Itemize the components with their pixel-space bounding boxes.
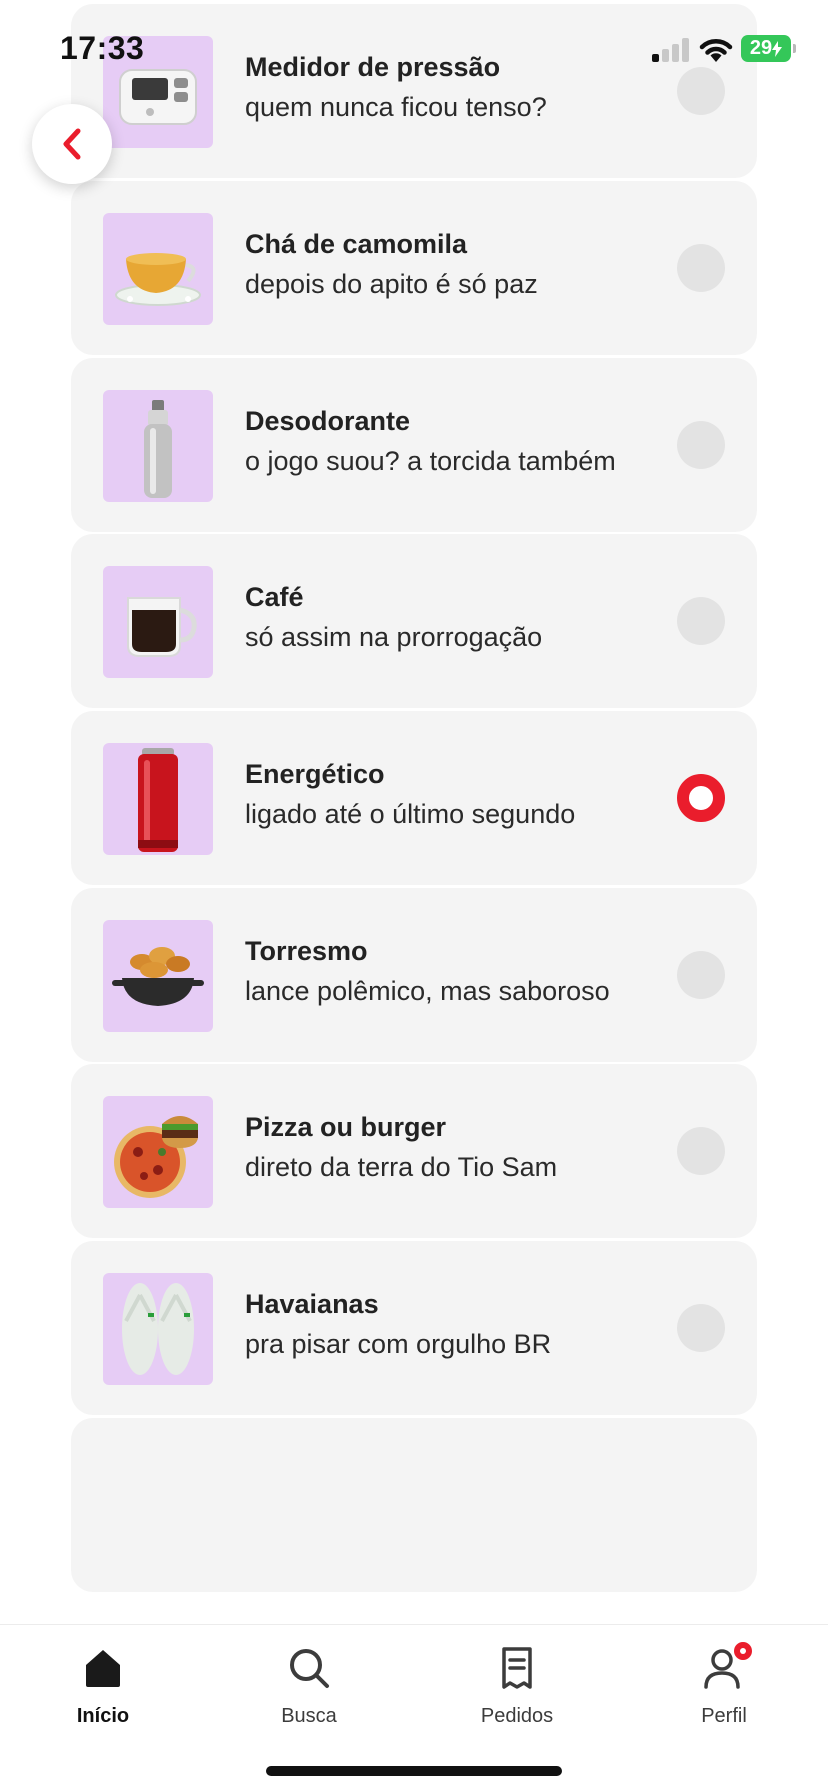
option-card[interactable]: Desodorante o jogo suou? a torcida també…	[71, 358, 757, 532]
option-radio[interactable]	[677, 1304, 725, 1352]
option-radio[interactable]	[677, 421, 725, 469]
chevron-left-icon	[63, 128, 81, 160]
option-title: Pizza ou burger	[245, 1112, 447, 1142]
nav-label-orders: Pedidos	[480, 1705, 554, 1727]
option-title: Energético	[245, 759, 385, 789]
nav-label-search: Busca	[281, 1705, 337, 1727]
status-time: 17:33	[60, 30, 145, 66]
notification-badge	[731, 1639, 755, 1663]
receipt-icon	[502, 1647, 532, 1689]
option-subtitle: pra pisar com orgulho BR	[245, 1329, 552, 1359]
option-title: Desodorante	[245, 406, 411, 436]
flip-flops-icon	[103, 1273, 213, 1385]
option-subtitle: o jogo suou? a torcida também	[245, 446, 616, 476]
option-subtitle: só assim na prorrogação	[245, 622, 543, 652]
profile-icon-wrapper	[701, 1639, 755, 1691]
nav-item-profile[interactable]: Perfil	[659, 1639, 789, 1755]
option-card[interactable]: Energético ligado até o último segundo	[71, 711, 757, 885]
nav-label-profile: Perfil	[701, 1705, 747, 1727]
option-subtitle: lance polêmico, mas saboroso	[245, 976, 610, 1006]
battery-level: 29	[749, 37, 773, 59]
home-indicator	[266, 1766, 562, 1776]
option-card[interactable]: Pizza ou burger direto da terra do Tio S…	[71, 1064, 757, 1238]
battery-icon: 29	[741, 35, 796, 62]
coffee-cup-icon	[103, 566, 213, 678]
nav-item-orders[interactable]: Pedidos	[452, 1645, 582, 1755]
cellular-signal-icon	[652, 38, 690, 62]
option-card-partial[interactable]	[71, 1418, 757, 1592]
back-button[interactable]	[32, 104, 112, 184]
home-icon	[86, 1650, 120, 1687]
option-subtitle: direto da terra do Tio Sam	[245, 1152, 558, 1182]
option-radio[interactable]	[677, 951, 725, 999]
option-title: Chá de camomila	[245, 229, 468, 259]
option-subtitle: depois do apito é só paz	[245, 269, 538, 299]
energy-drink-can-icon	[103, 743, 213, 855]
option-radio[interactable]	[677, 597, 725, 645]
status-bar: 17:33 29	[0, 0, 828, 100]
option-subtitle: ligado até o último segundo	[245, 799, 576, 829]
nav-label-home: Início	[76, 1705, 130, 1727]
search-icon	[290, 1649, 329, 1688]
option-card[interactable]: Havaianas pra pisar com orgulho BR	[71, 1241, 757, 1415]
wifi-icon	[699, 39, 733, 62]
pizza-burger-icon	[103, 1096, 213, 1208]
option-title: Havaianas	[245, 1289, 379, 1319]
nav-item-home[interactable]: Início	[38, 1645, 168, 1755]
option-card[interactable]: Chá de camomila depois do apito é só paz	[71, 181, 757, 355]
option-radio-selected[interactable]	[677, 774, 725, 822]
deodorant-can-icon	[103, 390, 213, 502]
option-card[interactable]: Torresmo lance polêmico, mas saboroso	[71, 888, 757, 1062]
option-radio[interactable]	[677, 1127, 725, 1175]
pork-rinds-bowl-icon	[103, 920, 213, 1032]
nav-item-search[interactable]: Busca	[244, 1645, 374, 1755]
tea-cup-icon	[103, 213, 213, 325]
option-title: Torresmo	[245, 936, 368, 966]
option-radio[interactable]	[677, 244, 725, 292]
option-title: Café	[245, 582, 304, 612]
option-card[interactable]: Café só assim na prorrogação	[71, 534, 757, 708]
